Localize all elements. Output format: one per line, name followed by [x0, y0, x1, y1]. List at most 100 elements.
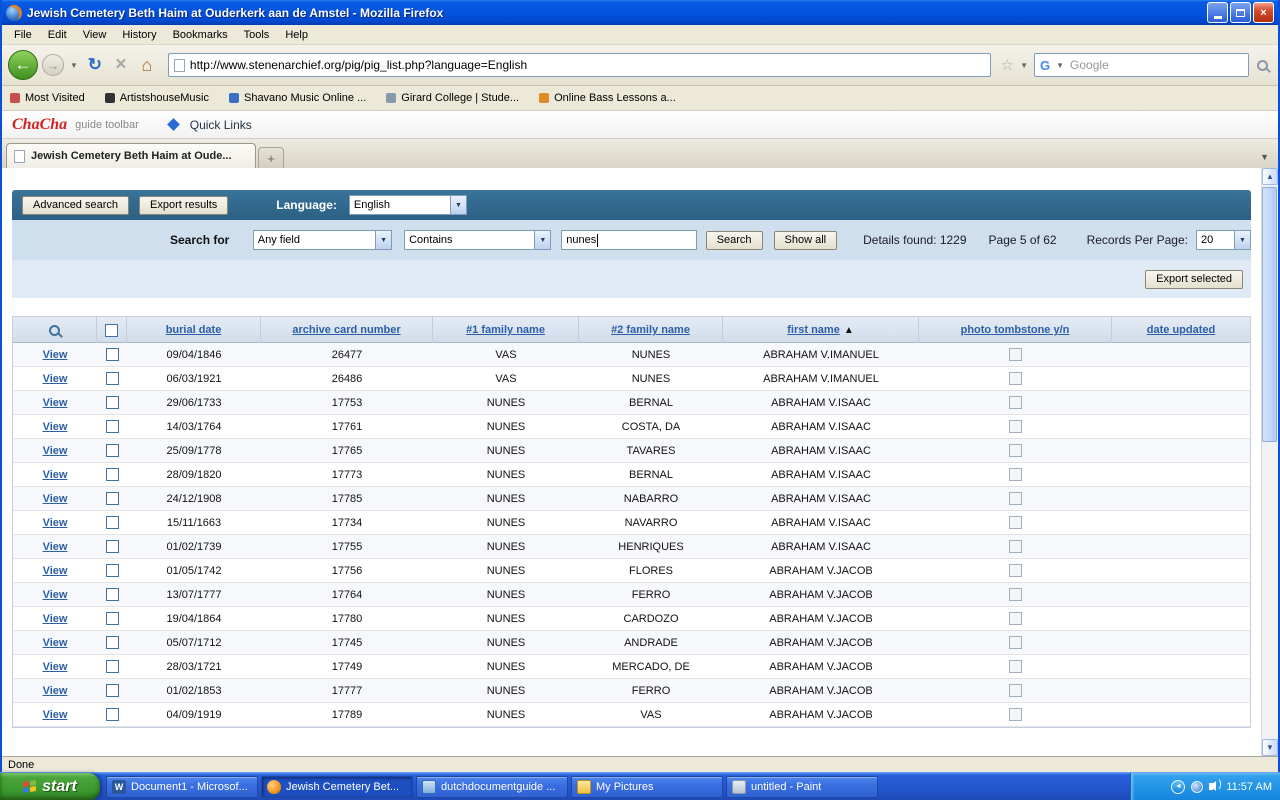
reload-button[interactable]: ↻ [84, 55, 106, 75]
row-select-checkbox[interactable] [105, 492, 119, 505]
chevron-down-icon[interactable]: ▼ [1234, 231, 1250, 249]
row-select-checkbox[interactable] [105, 684, 119, 697]
url-bar[interactable]: http://www.stenenarchief.org/pig/pig_lis… [167, 53, 991, 77]
tray-collapse-icon[interactable]: ◄ [1171, 779, 1186, 794]
show-all-button[interactable]: Show all [773, 230, 838, 250]
forward-button[interactable]: → [42, 54, 64, 76]
taskbar-item[interactable]: untitled - Paint [726, 775, 878, 798]
row-select-checkbox[interactable] [105, 564, 119, 577]
view-link[interactable]: View [43, 421, 68, 433]
taskbar-item[interactable]: dutchdocumentguide ... [416, 775, 568, 798]
view-link[interactable]: View [43, 493, 68, 505]
history-dropdown-icon[interactable]: ▼ [68, 61, 80, 70]
row-select-checkbox[interactable] [105, 636, 119, 649]
bookmark-item[interactable]: Shavano Music Online ... [228, 92, 366, 104]
row-select-checkbox[interactable] [105, 420, 119, 433]
view-link[interactable]: View [43, 589, 68, 601]
column-header-first-name[interactable]: first name [787, 324, 840, 336]
view-link[interactable]: View [43, 685, 68, 697]
quick-links-button[interactable]: Quick Links [190, 118, 252, 132]
vertical-scrollbar[interactable]: ▲ ▼ [1261, 168, 1278, 756]
view-link[interactable]: View [43, 445, 68, 457]
taskbar-item[interactable]: My Pictures [571, 775, 723, 798]
view-link[interactable]: View [43, 637, 68, 649]
list-all-tabs-icon[interactable]: ▼ [1255, 150, 1274, 164]
column-header-family2[interactable]: #2 family name [611, 324, 690, 336]
bookmark-dropdown-icon[interactable]: ▼ [1018, 61, 1030, 70]
row-select-checkbox[interactable] [105, 588, 119, 601]
row-select-checkbox[interactable] [105, 516, 119, 529]
chevron-down-icon[interactable]: ▼ [534, 231, 551, 249]
language-select[interactable]: English ▼ [348, 195, 467, 215]
scrollbar-thumb[interactable] [1262, 187, 1277, 442]
url-text[interactable]: http://www.stenenarchief.org/pig/pig_lis… [190, 58, 985, 72]
view-link[interactable]: View [43, 613, 68, 625]
view-link[interactable]: View [43, 565, 68, 577]
search-go-icon[interactable] [1257, 59, 1268, 71]
taskbar-item[interactable]: Jewish Cemetery Bet... [261, 775, 413, 798]
bookmark-item[interactable]: Online Bass Lessons a... [539, 92, 676, 104]
start-button[interactable]: start [0, 772, 100, 800]
menu-item[interactable]: Edit [40, 27, 75, 43]
search-placeholder[interactable]: Google [1070, 58, 1243, 72]
operator-select[interactable]: Contains ▼ [404, 230, 552, 250]
network-icon[interactable] [1191, 780, 1204, 793]
taskbar-item[interactable]: Document1 - Microsof... [106, 775, 258, 798]
column-header-family1[interactable]: #1 family name [466, 324, 545, 336]
menu-item[interactable]: History [114, 27, 164, 43]
advanced-search-button[interactable]: Advanced search [22, 195, 129, 215]
row-select-checkbox[interactable] [105, 540, 119, 553]
view-link[interactable]: View [43, 373, 68, 385]
title-bar[interactable]: Jewish Cemetery Beth Haim at Ouderkerk a… [2, 0, 1278, 25]
row-select-checkbox[interactable] [105, 372, 119, 385]
back-button[interactable]: ← [8, 50, 38, 80]
view-link[interactable]: View [43, 709, 68, 721]
row-select-checkbox[interactable] [105, 396, 119, 409]
restore-button[interactable] [1230, 2, 1251, 23]
view-link[interactable]: View [43, 661, 68, 673]
column-header-photo[interactable]: photo tombstone y/n [961, 324, 1070, 336]
row-select-checkbox[interactable] [105, 468, 119, 481]
column-header-card-number[interactable]: archive card number [292, 324, 400, 336]
search-button[interactable]: Search [705, 230, 763, 250]
home-button[interactable]: ⌂ [136, 55, 158, 76]
view-link[interactable]: View [43, 541, 68, 553]
bookmark-star-icon[interactable]: ☆ [1001, 56, 1014, 74]
select-all-checkbox[interactable] [105, 323, 118, 337]
row-select-checkbox[interactable] [105, 708, 119, 721]
query-input[interactable]: nunes [561, 230, 697, 250]
view-link[interactable]: View [43, 517, 68, 529]
volume-icon[interactable] [1209, 779, 1222, 791]
bookmark-item[interactable]: ArtistshouseMusic [104, 92, 209, 104]
minimize-button[interactable] [1207, 2, 1228, 23]
close-button[interactable]: × [1253, 2, 1274, 23]
menu-item[interactable]: Tools [236, 27, 278, 43]
view-link[interactable]: View [43, 349, 68, 361]
scrollbar-track[interactable] [1262, 185, 1278, 739]
export-results-button[interactable]: Export results [139, 195, 229, 215]
chevron-down-icon[interactable]: ▼ [449, 196, 466, 214]
export-selected-button[interactable]: Export selected [1145, 269, 1243, 289]
view-link[interactable]: View [43, 469, 68, 481]
search-engine-dropdown-icon[interactable]: ▼ [1054, 61, 1066, 70]
scroll-up-icon[interactable]: ▲ [1262, 168, 1278, 185]
scroll-down-icon[interactable]: ▼ [1262, 739, 1278, 756]
row-select-checkbox[interactable] [105, 660, 119, 673]
sort-asc-icon[interactable]: ▲ [844, 325, 854, 336]
chevron-down-icon[interactable]: ▼ [375, 231, 392, 249]
row-select-checkbox[interactable] [105, 444, 119, 457]
new-tab-button[interactable]: + [258, 147, 284, 168]
menu-item[interactable]: File [6, 27, 40, 43]
menu-item[interactable]: View [75, 27, 115, 43]
view-link[interactable]: View [43, 397, 68, 409]
records-per-page-select[interactable]: 20 ▼ [1195, 230, 1251, 250]
row-select-checkbox[interactable] [105, 612, 119, 625]
bookmark-item[interactable]: Girard College | Stude... [386, 92, 519, 104]
field-select[interactable]: Any field ▼ [252, 230, 393, 250]
row-select-checkbox[interactable] [105, 348, 119, 361]
stop-button[interactable]: × [110, 54, 132, 76]
column-header-date-updated[interactable]: date updated [1147, 324, 1215, 336]
menu-item[interactable]: Help [277, 27, 316, 43]
bookmark-item[interactable]: Most Visited [10, 92, 85, 104]
column-header-burial-date[interactable]: burial date [166, 324, 222, 336]
